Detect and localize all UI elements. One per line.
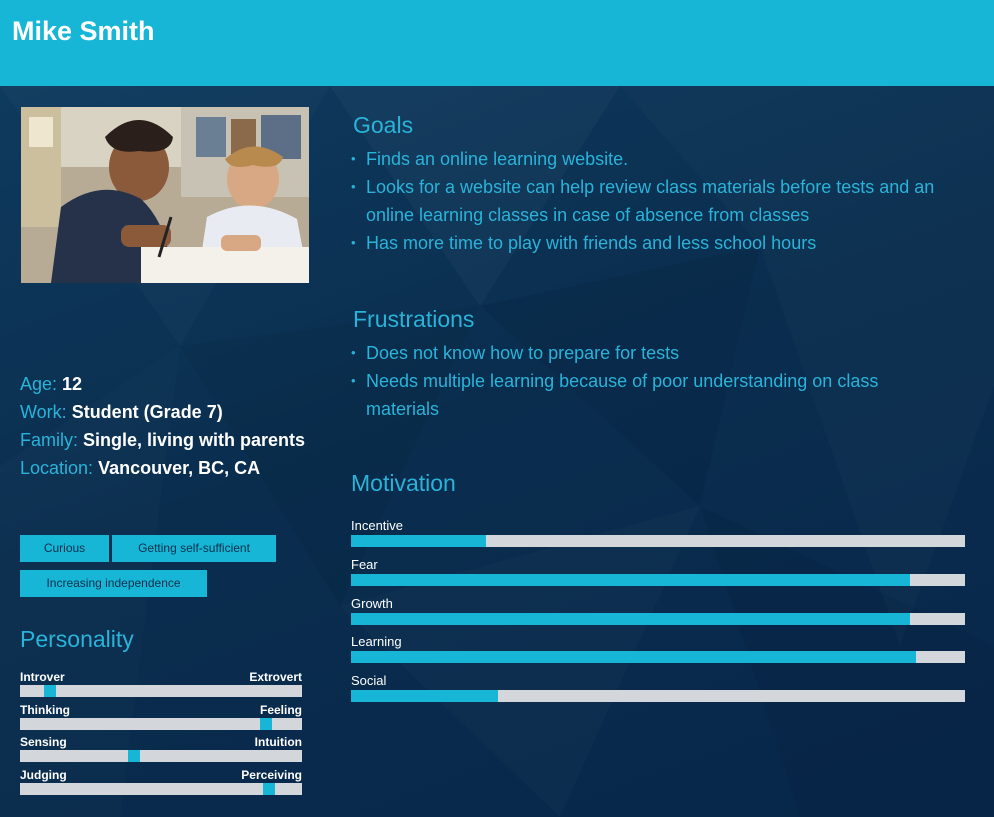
personality-trait: Thinking Feeling — [20, 703, 302, 733]
trait-track — [20, 685, 302, 697]
location-label: Location: — [20, 458, 94, 478]
tag-badge: Getting self-sufficient — [112, 535, 276, 562]
motivation-fill — [351, 613, 910, 625]
persona-info: Age: 12 Work: Student (Grade 7) Family: … — [20, 370, 310, 482]
work-label: Work: — [20, 402, 67, 422]
motivation-bar: Social — [351, 673, 965, 707]
header-bar: Mike Smith — [0, 0, 994, 86]
personality-trait: Sensing Intuition — [20, 735, 302, 765]
motivation-label: Social — [351, 673, 387, 688]
tag-badge: Increasing independence — [20, 570, 207, 597]
motivation-label: Growth — [351, 596, 393, 611]
tag-badge: Curious — [20, 535, 109, 562]
trait-left-label: Judging — [20, 768, 67, 782]
trait-track — [20, 750, 302, 762]
age-row: Age: 12 — [20, 370, 310, 398]
goal-item: Finds an online learning website. — [351, 145, 961, 173]
family-label: Family: — [20, 430, 78, 450]
persona-body: Age: 12 Work: Student (Grade 7) Family: … — [0, 86, 994, 817]
motivation-label: Fear — [351, 557, 378, 572]
trait-marker — [260, 718, 272, 730]
location-row: Location: Vancouver, BC, CA — [20, 454, 310, 482]
trait-right-label: Intuition — [254, 735, 302, 749]
motivation-track — [351, 574, 965, 586]
frustrations-list: Does not know how to prepare for tests N… — [351, 339, 951, 423]
trait-left-label: Introver — [20, 670, 65, 684]
motivation-bar: Growth — [351, 596, 965, 630]
goal-item: Looks for a website can help review clas… — [351, 173, 961, 229]
persona-name: Mike Smith — [12, 16, 155, 46]
motivation-fill — [351, 651, 916, 663]
trait-right-label: Feeling — [259, 703, 302, 717]
trait-marker — [128, 750, 140, 762]
motivation-bar: Learning — [351, 634, 965, 668]
motivation-track — [351, 690, 965, 702]
work-row: Work: Student (Grade 7) — [20, 398, 310, 426]
motivation-fill — [351, 535, 486, 547]
trait-left-label: Sensing — [20, 735, 67, 749]
motivation-track — [351, 535, 965, 547]
family-value: Single, living with parents — [83, 430, 306, 450]
personality-trait: Judging Perceiving — [20, 768, 302, 798]
trait-left-label: Thinking — [20, 703, 70, 717]
goal-item: Has more time to play with friends and l… — [351, 229, 961, 257]
motivation-fill — [351, 690, 498, 702]
motivation-label: Incentive — [351, 518, 404, 533]
motivation-fill — [351, 574, 910, 586]
family-row: Family: Single, living with parents — [20, 426, 310, 454]
goals-title: Goals — [353, 112, 414, 138]
goals-list: Finds an online learning website. Looks … — [351, 145, 961, 257]
personality-trait: Introver Extrovert — [20, 670, 302, 700]
motivation-label: Learning — [351, 634, 402, 649]
frustration-item: Does not know how to prepare for tests — [351, 339, 951, 367]
motivation-track — [351, 651, 965, 663]
motivation-title: Motivation — [351, 470, 456, 496]
location-value: Vancouver, BC, CA — [98, 458, 261, 478]
trait-marker — [263, 783, 275, 795]
trait-marker — [44, 685, 56, 697]
trait-track — [20, 718, 302, 730]
trait-right-label: Extrovert — [249, 670, 302, 684]
motivation-track — [351, 613, 965, 625]
persona-photo — [21, 107, 309, 283]
frustration-item: Needs multiple learning because of poor … — [351, 367, 951, 423]
motivation-bar: Incentive — [351, 518, 965, 552]
age-label: Age: — [20, 374, 58, 394]
work-value: Student (Grade 7) — [71, 402, 223, 422]
motivation-bar: Fear — [351, 557, 965, 591]
trait-right-label: Perceiving — [241, 768, 302, 782]
age-value: 12 — [62, 374, 83, 394]
personality-title: Personality — [20, 626, 134, 652]
trait-track — [20, 783, 302, 795]
frustrations-title: Frustrations — [353, 306, 475, 332]
